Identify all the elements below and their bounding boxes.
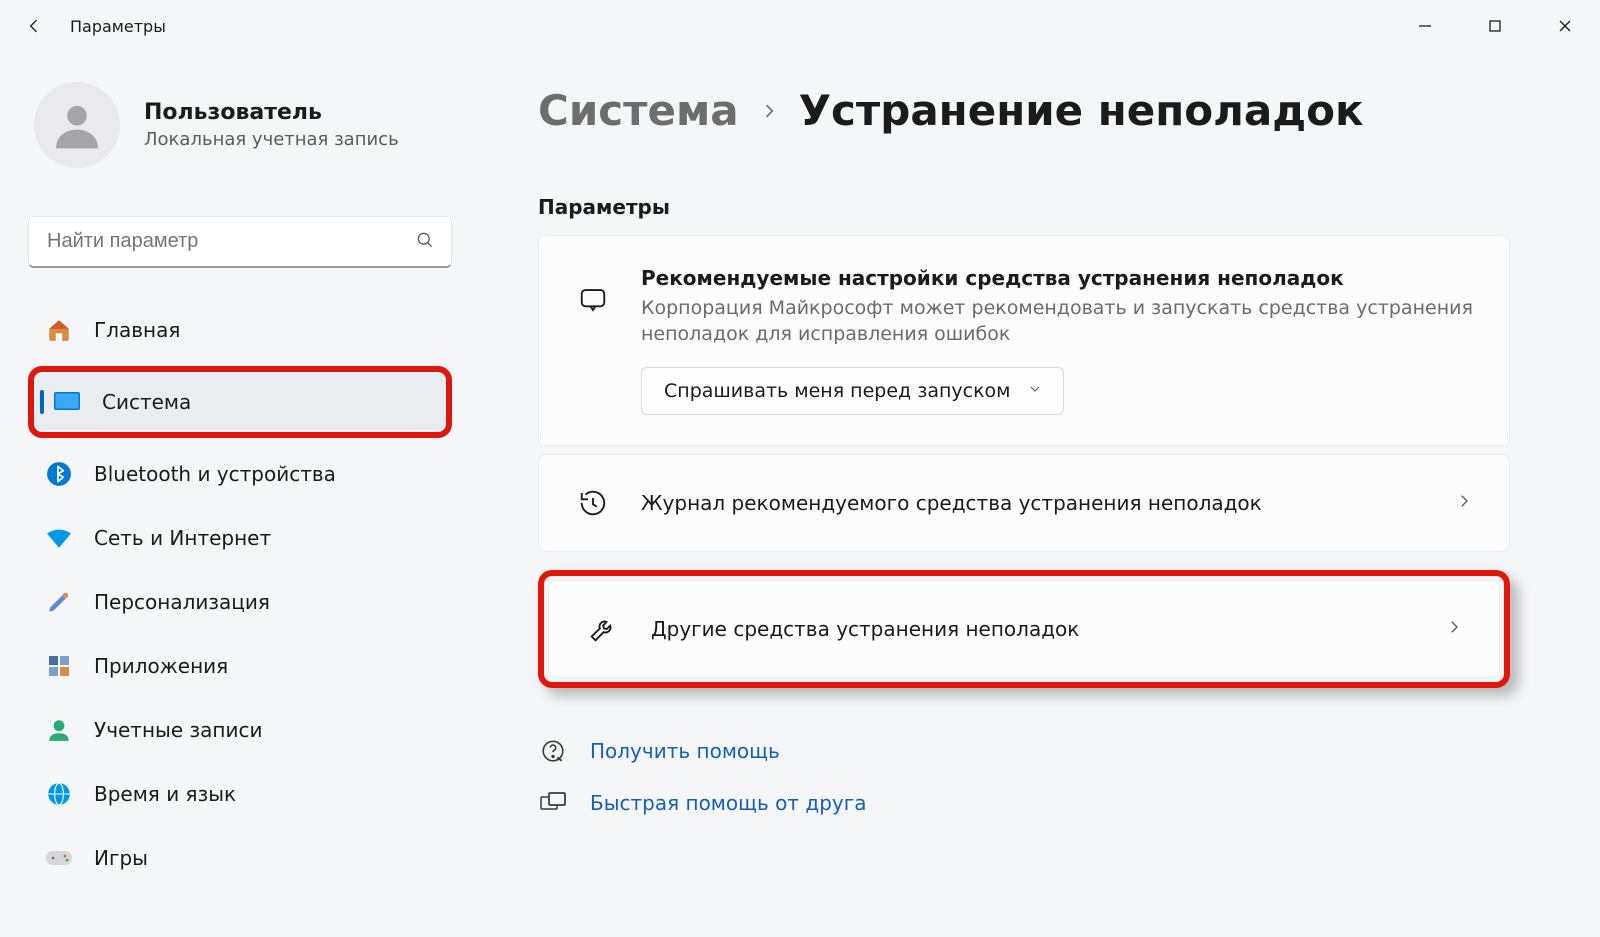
sidebar-item-gaming[interactable]: Игры [28, 830, 452, 886]
search-box[interactable] [28, 216, 452, 268]
breadcrumb-current: Устранение неполадок [799, 86, 1364, 135]
panel-title: Другие средства устранения неполадок [651, 617, 1415, 641]
panel-subtitle: Корпорация Майкрософт может рекомендоват… [641, 296, 1473, 347]
wifi-icon [44, 523, 74, 553]
main-content: Система Устранение неполадок Параметры Р… [480, 52, 1600, 937]
user-name: Пользователь [144, 100, 399, 125]
help-link-label[interactable]: Быстрая помощь от друга [590, 791, 866, 815]
chevron-right-icon [759, 97, 779, 125]
help-icon [538, 736, 568, 766]
panel-title: Журнал рекомендуемого средства устранени… [641, 491, 1425, 515]
accounts-icon [44, 715, 74, 745]
help-link-label[interactable]: Получить помощь [590, 739, 780, 763]
help-links: Получить помощь Быстрая помощь от друга [538, 736, 1510, 818]
sidebar-item-network[interactable]: Сеть и Интернет [28, 510, 452, 566]
sidebar-item-accounts[interactable]: Учетные записи [28, 702, 452, 758]
sidebar-item-label: Система [102, 390, 191, 414]
search-icon [415, 230, 435, 254]
sidebar-item-label: Сеть и Интернет [94, 526, 271, 550]
user-subtitle: Локальная учетная запись [144, 129, 399, 150]
window-controls [1390, 0, 1600, 52]
sidebar-item-bluetooth[interactable]: Bluetooth и устройства [28, 446, 452, 502]
sidebar-item-apps[interactable]: Приложения [28, 638, 452, 694]
monitors-icon [538, 788, 568, 818]
chevron-right-icon [1455, 492, 1473, 514]
globe-icon [44, 779, 74, 809]
panel-history[interactable]: Журнал рекомендуемого средства устранени… [538, 454, 1510, 552]
search-input[interactable] [47, 230, 401, 253]
dropdown-value: Спрашивать меня перед запуском [664, 380, 1011, 402]
panel-other-troubleshooters[interactable]: Другие средства устранения неполадок [548, 580, 1500, 678]
breadcrumb: Система Устранение неполадок [538, 86, 1510, 135]
sidebar: Пользователь Локальная учетная запись Гл… [0, 52, 480, 937]
feedback-icon [575, 282, 611, 318]
system-icon [52, 387, 82, 417]
sidebar-item-system[interactable]: Система [36, 374, 444, 430]
help-quick-assist[interactable]: Быстрая помощь от друга [538, 788, 1510, 818]
sidebar-item-home[interactable]: Главная [28, 302, 452, 358]
wrench-icon [585, 611, 621, 647]
gamepad-icon [44, 843, 74, 873]
history-icon [575, 485, 611, 521]
close-button[interactable] [1530, 0, 1600, 52]
apps-icon [44, 651, 74, 681]
sidebar-item-label: Приложения [94, 654, 228, 678]
breadcrumb-parent[interactable]: Система [538, 86, 739, 135]
sidebar-item-label: Учетные записи [94, 718, 262, 742]
annotation-highlight-sidebar: Система [28, 366, 452, 438]
section-title: Параметры [538, 195, 1510, 219]
bluetooth-icon [44, 459, 74, 489]
panel-recommended-settings: Рекомендуемые настройки средства устране… [538, 235, 1510, 446]
minimize-button[interactable] [1390, 0, 1460, 52]
titlebar: Параметры [0, 0, 1600, 52]
recommended-dropdown[interactable]: Спрашивать меня перед запуском [641, 367, 1064, 415]
chevron-down-icon [1027, 380, 1043, 402]
user-block[interactable]: Пользователь Локальная учетная запись [28, 82, 452, 168]
brush-icon [44, 587, 74, 617]
sidebar-item-label: Главная [94, 318, 180, 342]
maximize-button[interactable] [1460, 0, 1530, 52]
app-title: Параметры [70, 17, 166, 36]
sidebar-item-label: Игры [94, 846, 148, 870]
sidebar-item-personalization[interactable]: Персонализация [28, 574, 452, 630]
sidebar-item-label: Время и язык [94, 782, 236, 806]
sidebar-item-label: Персонализация [94, 590, 270, 614]
sidebar-nav: Главная Система Bluetooth и устройства [28, 302, 452, 886]
chevron-right-icon [1445, 618, 1463, 640]
back-button[interactable] [12, 4, 56, 48]
home-icon [44, 315, 74, 345]
sidebar-item-label: Bluetooth и устройства [94, 462, 336, 486]
sidebar-item-time-language[interactable]: Время и язык [28, 766, 452, 822]
annotation-highlight-other: Другие средства устранения неполадок [538, 570, 1510, 688]
avatar [34, 82, 120, 168]
help-get-help[interactable]: Получить помощь [538, 736, 1510, 766]
panel-title: Рекомендуемые настройки средства устране… [641, 266, 1473, 290]
